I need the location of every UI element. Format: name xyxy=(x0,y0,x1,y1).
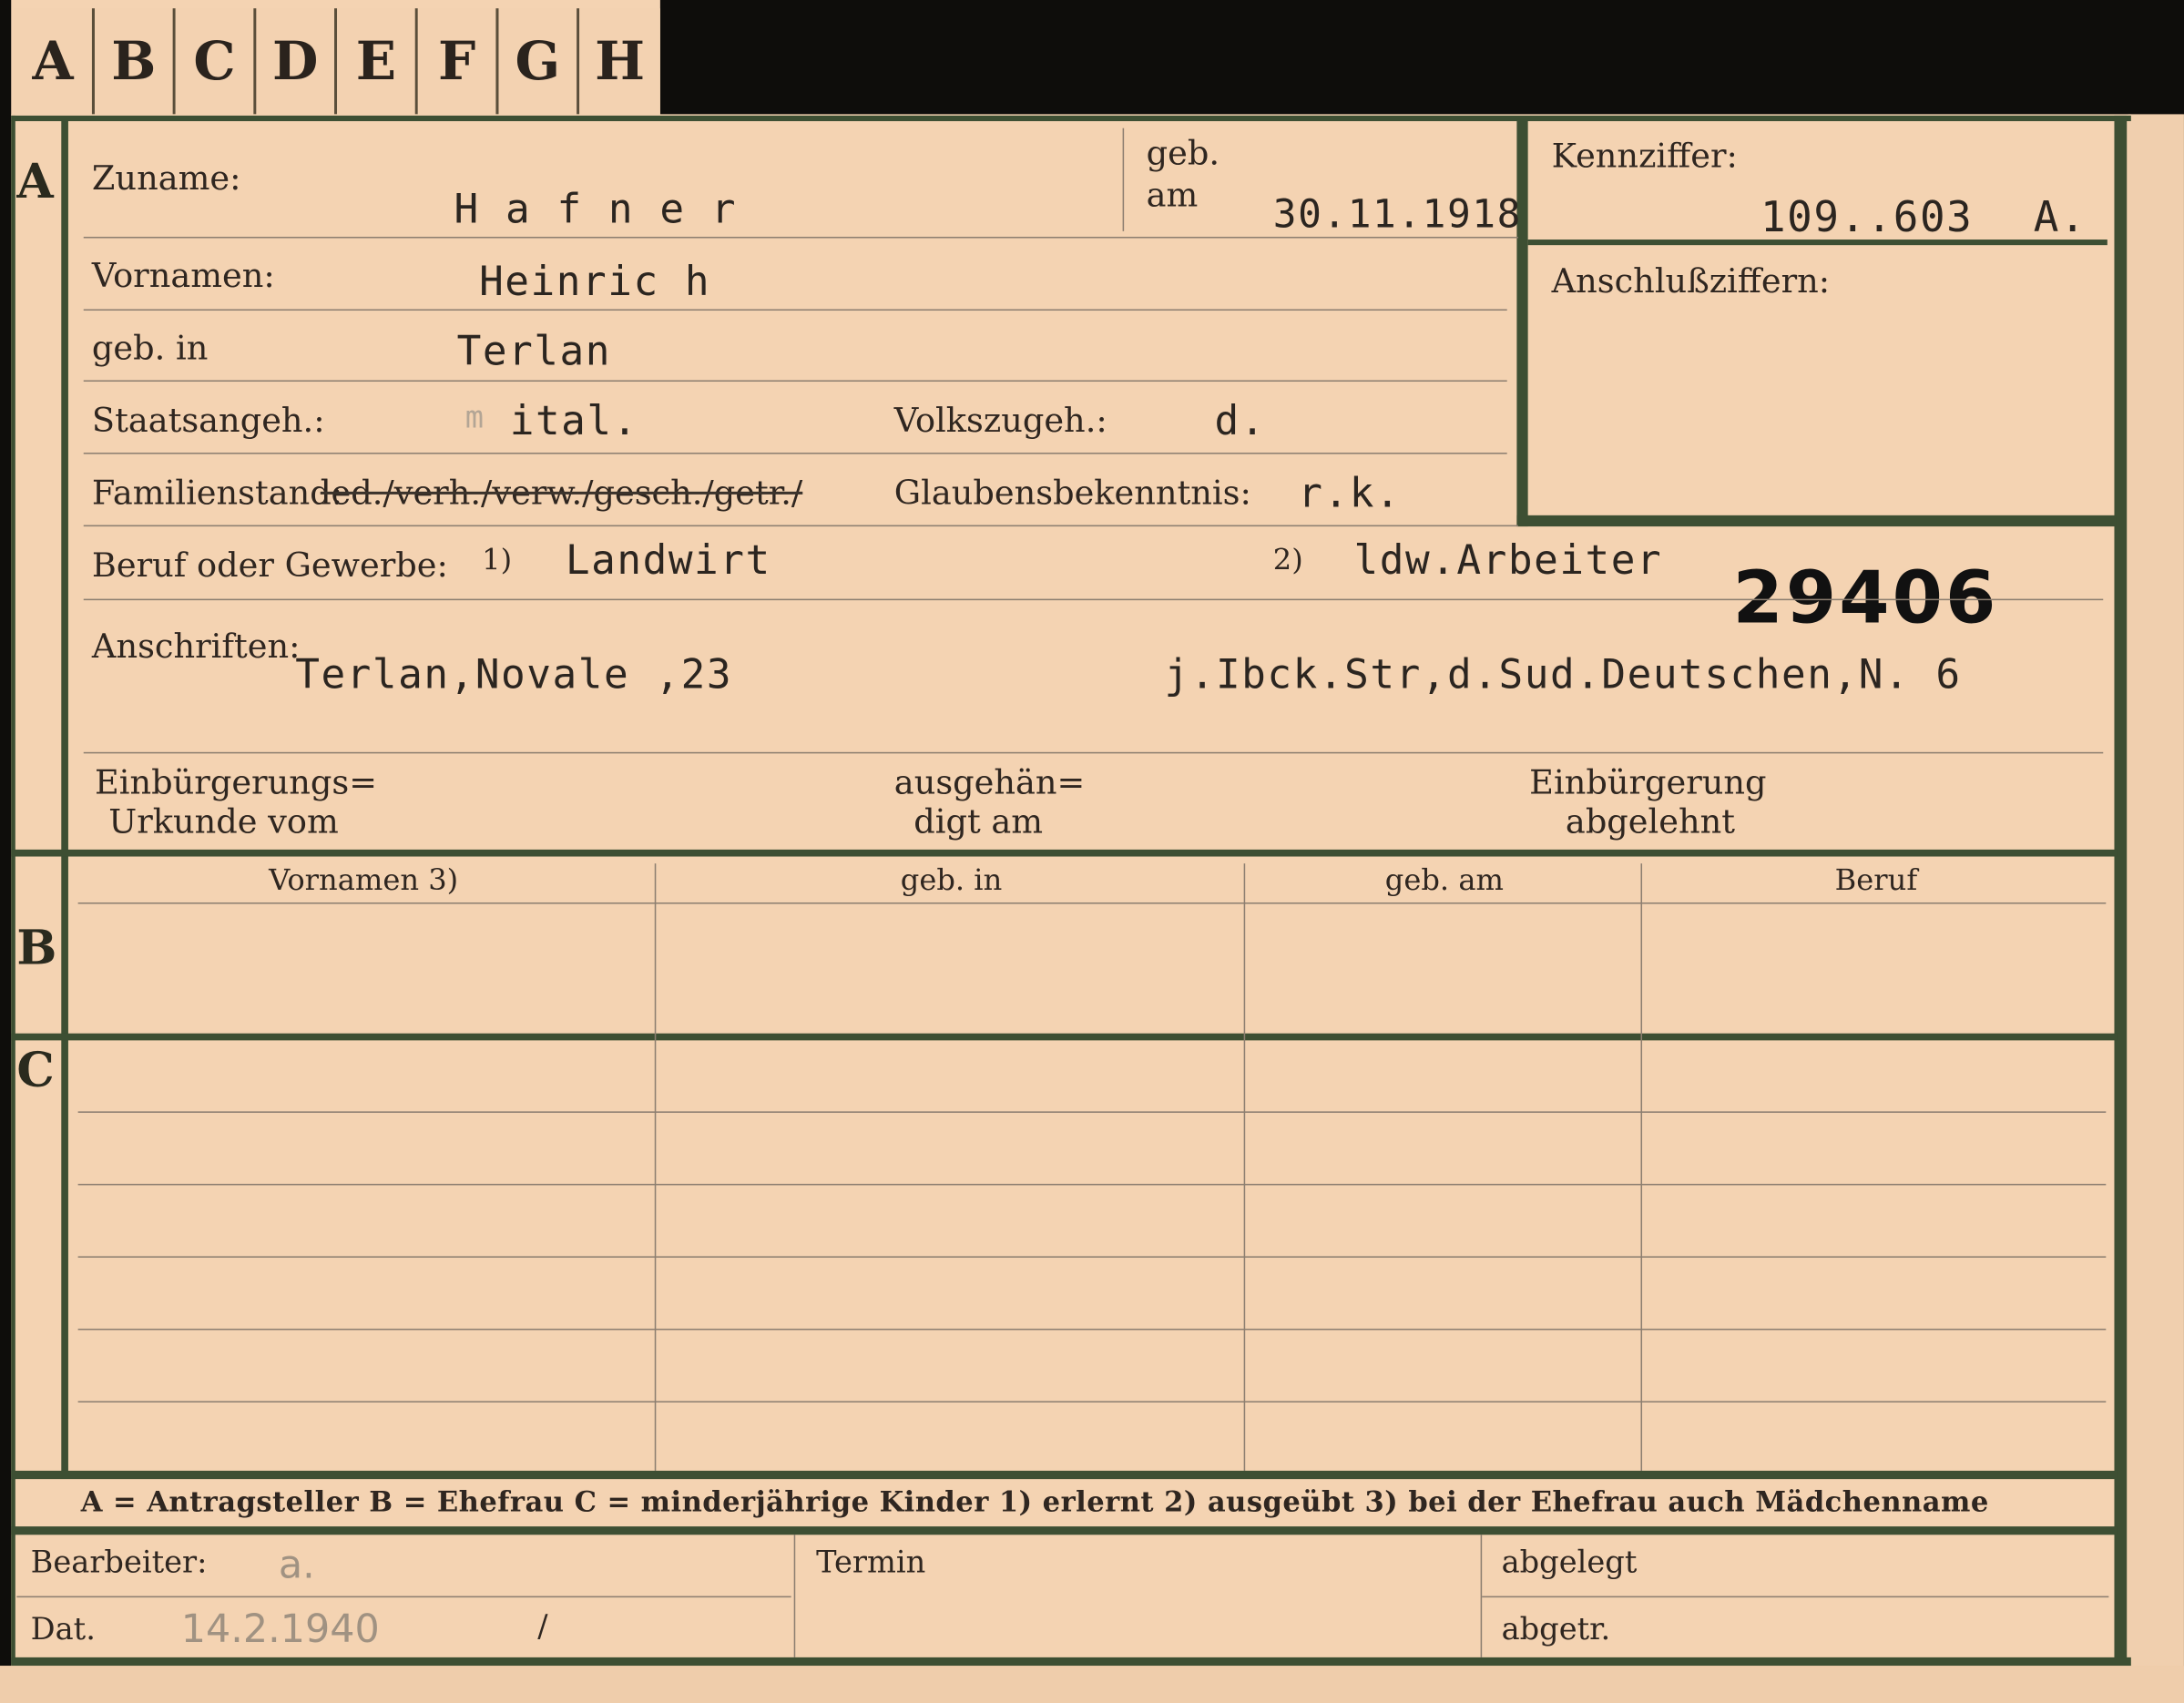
geb-am-label-line2: am xyxy=(1146,175,1199,215)
frame-bottom xyxy=(11,1657,2131,1667)
registration-card-stage: A B C D E F G H A B C Kennziffer: 109..6… xyxy=(0,0,2184,1703)
termin-label: Termin xyxy=(816,1545,926,1581)
anschrift-2: j.Ibck.Str,d.Sud.Deutschen,N. 6 xyxy=(1164,650,1962,699)
vornamen-value: Heinric h xyxy=(479,257,711,305)
c-row-line-1 xyxy=(77,1111,2107,1113)
row-line-7 xyxy=(83,751,2104,754)
row-line-4 xyxy=(83,453,1507,454)
beruf-note-1: 1) xyxy=(482,543,513,577)
einbuergerung-abgelehnt-label-2: abgelehnt xyxy=(1565,801,1736,841)
c-row-line-5 xyxy=(77,1401,2107,1403)
frame-left xyxy=(11,115,15,1665)
section-b-marker: B xyxy=(16,920,57,977)
beruf-value-1: Landwirt xyxy=(565,535,771,584)
legend-bottom-border xyxy=(11,1526,2118,1535)
anschlussziffern-label: Anschlußziffern: xyxy=(1551,261,1831,301)
frame-right xyxy=(2114,115,2128,1665)
abgelegt-label: abgelegt xyxy=(1501,1545,1638,1581)
bearbeiter-value: a. xyxy=(278,1541,315,1588)
dat-label: Dat. xyxy=(30,1612,96,1648)
card-right-edge xyxy=(2128,114,2184,1703)
col-divider-2 xyxy=(1243,863,1246,1471)
dat-value: 14.2.1940 xyxy=(180,1606,380,1652)
glaubensbekenntnis-value: r.k. xyxy=(1298,469,1402,517)
volkszugeh-value: d. xyxy=(1214,396,1267,444)
b-col-geb-am: geb. am xyxy=(1384,863,1504,897)
familienstand-label: Familienstand: xyxy=(91,473,343,513)
ausgehaendigt-label-1: ausgehän= xyxy=(893,763,1086,802)
staatsangeh-prefix: m xyxy=(464,401,485,436)
geb-in-value: Terlan xyxy=(456,327,612,375)
anschrift-1: Terlan,Novale ,23 xyxy=(295,650,733,699)
tab-d[interactable]: D xyxy=(256,8,338,115)
b-col-vornamen: Vornamen 3) xyxy=(269,863,459,897)
einbuergerungsurkunde-label-1: Einbürgerungs= xyxy=(94,763,377,802)
marker-column-line xyxy=(61,119,68,1478)
tab-c[interactable]: C xyxy=(175,8,257,115)
row-line-2 xyxy=(83,309,1507,311)
tab-b[interactable]: B xyxy=(94,8,176,115)
geb-am-label-line1: geb. xyxy=(1146,133,1220,173)
staatsangeh-label: Staatsangeh.: xyxy=(91,401,325,441)
footer-right-line xyxy=(1482,1596,2109,1598)
section-a-marker: A xyxy=(16,154,54,210)
dat-slash: / xyxy=(537,1609,548,1646)
geb-in-label: geb. in xyxy=(91,328,209,368)
b-header-line xyxy=(77,902,2107,904)
vornamen-label: Vornamen: xyxy=(91,256,275,296)
kennziffer-label: Kennziffer: xyxy=(1551,136,1738,176)
row-line-1 xyxy=(83,236,1518,239)
footer-divider-1 xyxy=(793,1535,796,1657)
kennziffer-suffix: A. xyxy=(2033,193,2087,243)
row-line-3 xyxy=(83,380,1507,382)
tab-h[interactable]: H xyxy=(579,8,660,115)
c-row-line-4 xyxy=(77,1328,2107,1331)
zuname-label: Zuname: xyxy=(91,158,241,199)
tab-e[interactable]: E xyxy=(337,8,418,115)
tab-g[interactable]: G xyxy=(498,8,580,115)
col-divider-3 xyxy=(1640,863,1643,1471)
staatsangeh-value: ital. xyxy=(509,396,638,444)
zuname-value: H a f n e r xyxy=(454,185,738,233)
einbuergerung-abgelehnt-label-1: Einbürgerung xyxy=(1529,763,1767,802)
legend-text: A = Antragsteller B = Ehefrau C = minder… xyxy=(80,1484,1989,1518)
tab-a[interactable]: A xyxy=(14,8,95,115)
beruf-label: Beruf oder Gewerbe: xyxy=(91,546,448,586)
row-line-5 xyxy=(83,525,1518,527)
row-line-6 xyxy=(83,598,2104,601)
familienstand-options: led./verh./verw./gesch./getr./ xyxy=(320,473,803,513)
section-b-bottom-border xyxy=(11,1033,2118,1041)
ausgehaendigt-label-2: digt am xyxy=(913,801,1044,841)
c-row-line-2 xyxy=(77,1183,2107,1186)
legend-top-border xyxy=(11,1470,2118,1480)
beruf-note-2: 2) xyxy=(1272,543,1303,577)
geb-am-value: 30.11.1918 xyxy=(1272,190,1522,237)
col-divider-1 xyxy=(654,863,657,1471)
tab-f[interactable]: F xyxy=(417,8,499,115)
section-c-marker: C xyxy=(16,1043,55,1099)
kennziffer-box-bottom xyxy=(1516,515,2117,527)
card-bottom-edge xyxy=(0,1666,2184,1703)
kennziffer-value: 109..603 xyxy=(1760,193,1974,243)
volkszugeh-label: Volkszugeh.: xyxy=(893,401,1107,441)
section-a-bottom-border xyxy=(11,849,2118,857)
bearbeiter-label: Bearbeiter: xyxy=(30,1545,208,1581)
anschriften-label: Anschriften: xyxy=(91,627,301,667)
footer-mid-line xyxy=(16,1596,791,1598)
beruf-value-2: ldw.Arbeiter xyxy=(1353,535,1663,584)
glaubensbekenntnis-label: Glaubensbekenntnis: xyxy=(893,473,1251,513)
b-col-geb-in: geb. in xyxy=(900,863,1003,897)
frame-top xyxy=(11,115,2131,122)
b-col-beruf: Beruf xyxy=(1834,863,1918,897)
c-row-line-3 xyxy=(77,1256,2107,1258)
geb-am-divider xyxy=(1122,127,1125,231)
abgetr-label: abgetr. xyxy=(1501,1612,1611,1648)
kennziffer-box-left xyxy=(1516,119,1528,527)
einbuergerungsurkunde-label-2: Urkunde vom xyxy=(108,801,339,841)
